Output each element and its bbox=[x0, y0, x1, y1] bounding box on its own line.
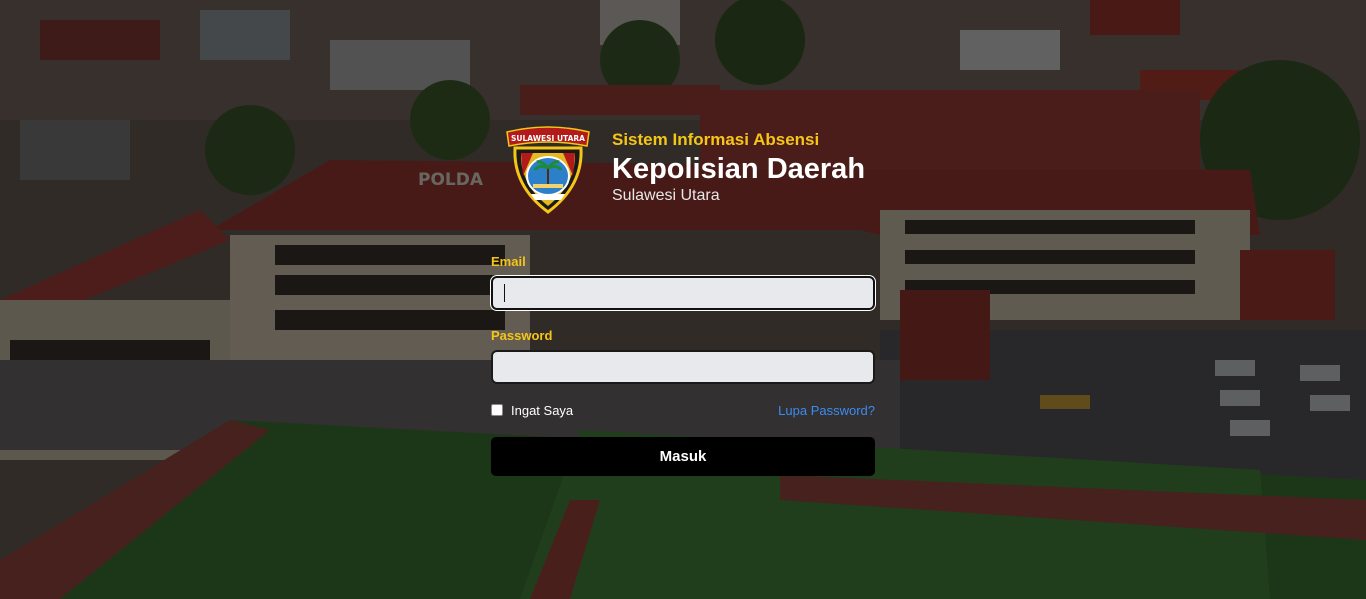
login-form: Email Password Ingat Saya Lupa Password?… bbox=[491, 254, 875, 476]
remember-me[interactable]: Ingat Saya bbox=[491, 403, 573, 418]
app-name: Sistem Informasi Absensi bbox=[612, 130, 820, 149]
logo-banner-text: SULAWESI UTARA bbox=[511, 134, 585, 143]
remember-me-label: Ingat Saya bbox=[511, 402, 574, 418]
options-row: Ingat Saya Lupa Password? bbox=[491, 401, 875, 419]
remember-me-checkbox[interactable] bbox=[491, 404, 503, 416]
password-field[interactable] bbox=[491, 350, 875, 384]
text-cursor bbox=[504, 284, 505, 302]
forgot-password-link[interactable]: Lupa Password? bbox=[778, 403, 875, 418]
email-label: Email bbox=[491, 254, 526, 269]
police-shield-logo-icon: SULAWESI UTARA bbox=[503, 126, 593, 214]
brand-text: Sistem Informasi Absensi Kepolisian Daer… bbox=[612, 130, 865, 206]
region-subtitle: Sulawesi Utara bbox=[612, 187, 720, 204]
email-field-wrap bbox=[491, 276, 875, 310]
brand-header: SULAWESI UTARA Sistem Informasi Absensi … bbox=[503, 124, 883, 216]
email-field[interactable] bbox=[491, 276, 875, 310]
password-label: Password bbox=[491, 328, 553, 343]
login-button[interactable]: Masuk bbox=[491, 437, 875, 476]
login-page: POLDA SULAWESI UTARA bbox=[0, 0, 1366, 599]
page-title: Kepolisian Daerah bbox=[612, 153, 866, 185]
